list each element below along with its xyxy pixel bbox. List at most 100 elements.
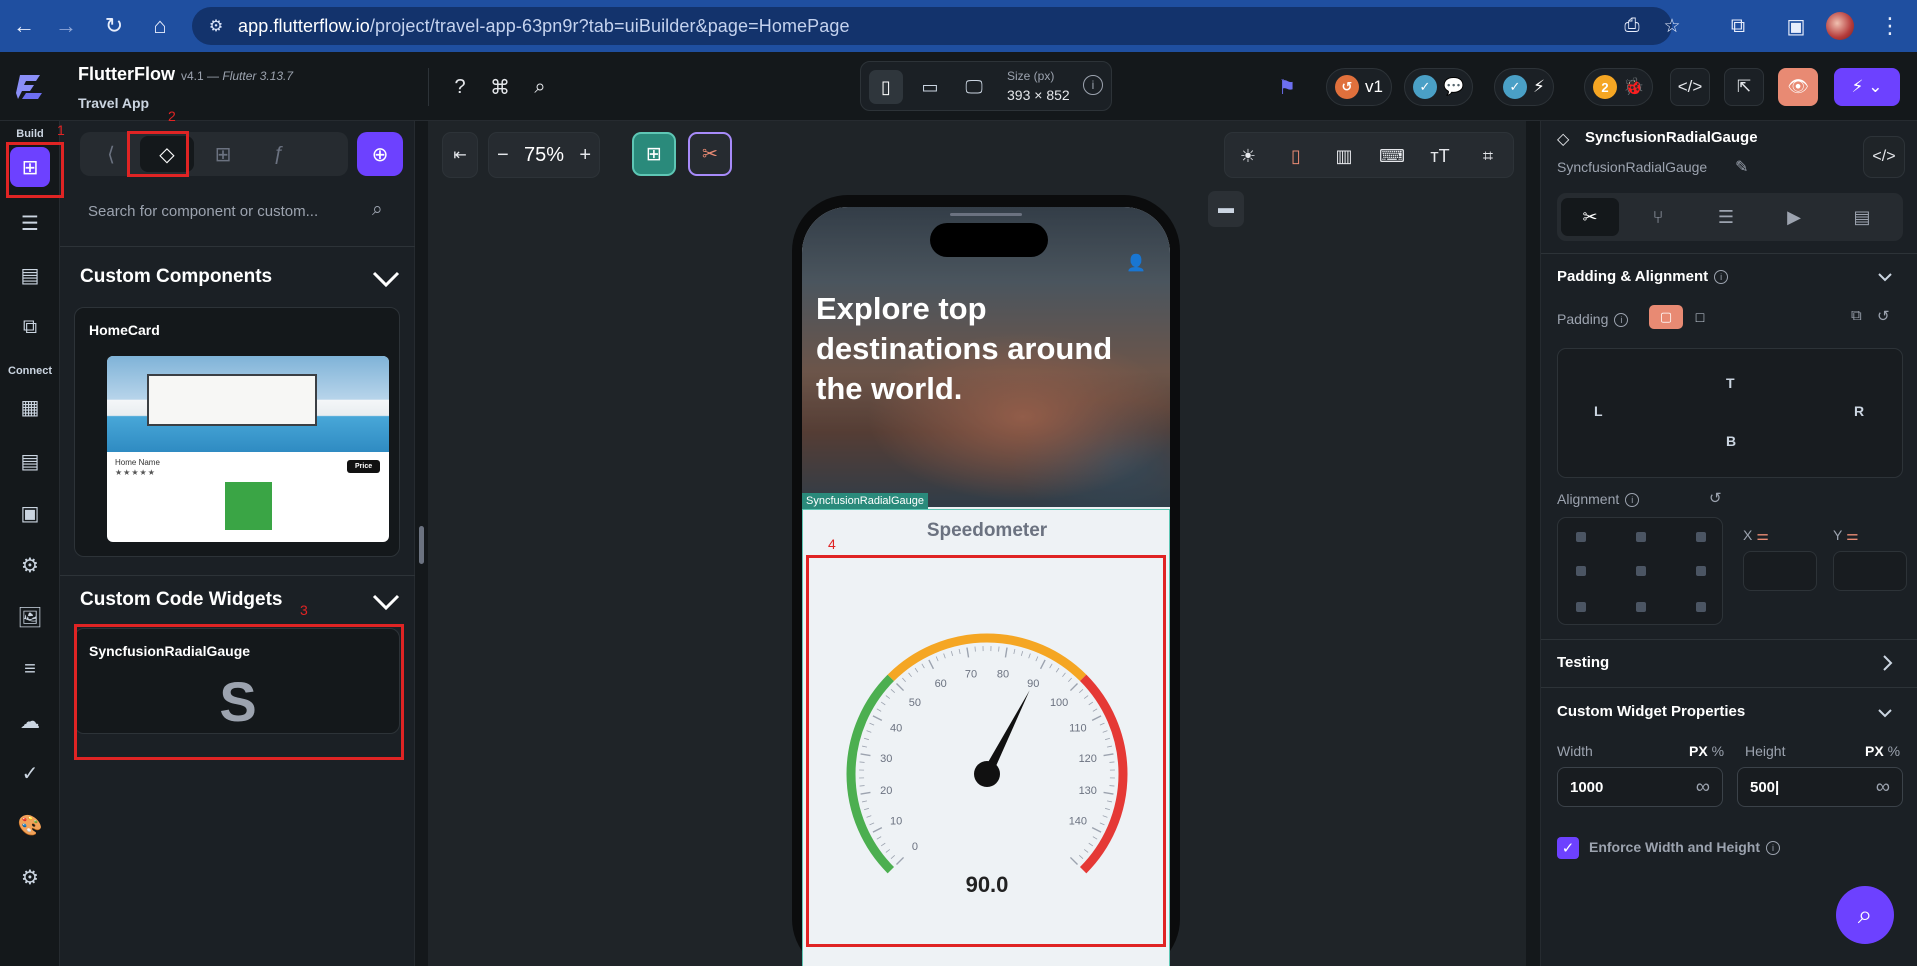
version-pill[interactable]: ↺ v1 xyxy=(1326,68,1392,106)
widget-tree-icon[interactable]: ☰ xyxy=(10,203,50,243)
phone-device-icon[interactable]: ▯ xyxy=(869,70,903,104)
bookmark-star-icon[interactable]: ☆ xyxy=(1660,14,1684,38)
settings-icon[interactable]: ⚙ xyxy=(10,857,50,897)
width-input[interactable]: 1000 ∞ xyxy=(1557,767,1723,807)
back-arrow-icon[interactable]: ← xyxy=(6,8,42,44)
infinity-icon[interactable]: ∞ xyxy=(1696,776,1710,799)
side-panel-icon[interactable]: ▣ xyxy=(1778,8,1814,44)
info-icon[interactable]: i xyxy=(1625,493,1640,508)
tests-icon[interactable]: ✓ xyxy=(10,753,50,793)
light-mode-icon[interactable]: ☀ xyxy=(1233,141,1263,171)
flutterflow-logo[interactable] xyxy=(12,69,48,105)
view-code-button[interactable]: </> xyxy=(1863,136,1905,178)
uniform-padding-icon[interactable]: ▢ xyxy=(1649,305,1683,329)
issues-pill[interactable]: 2 🐞 xyxy=(1584,68,1654,106)
open-external-button[interactable]: ⇱ xyxy=(1724,68,1764,106)
forward-arrow-icon[interactable]: → xyxy=(48,8,84,44)
image-assets-icon[interactable]: 🖼 xyxy=(10,597,50,637)
user-icon[interactable]: 👤 xyxy=(1126,253,1146,273)
height-unit-percent[interactable]: % xyxy=(1888,743,1900,759)
align-center-right[interactable] xyxy=(1696,566,1706,576)
padding-right-label[interactable]: R xyxy=(1854,403,1864,419)
custom-widget-properties-header[interactable]: Custom Widget Properties xyxy=(1557,703,1745,720)
height-input[interactable]: 500| ∞ xyxy=(1737,767,1903,807)
flutter-widgets-tab-icon[interactable]: ⟨ xyxy=(84,136,138,172)
padding-editor[interactable]: T L R B xyxy=(1557,348,1903,478)
backend-query-tab-icon[interactable]: ☰ xyxy=(1697,198,1755,236)
profile-avatar[interactable] xyxy=(1826,12,1854,40)
text-scale-icon[interactable]: ᴛT xyxy=(1425,141,1455,171)
infinity-icon[interactable]: ∞ xyxy=(1876,776,1890,799)
custom-code-icon[interactable]: ≡ xyxy=(10,649,50,689)
support-search-button[interactable]: ⌕ xyxy=(1836,886,1894,944)
height-unit-toggle[interactable]: PX % xyxy=(1865,743,1900,759)
page-selector-icon[interactable]: ▤ xyxy=(10,255,50,295)
extensions-icon[interactable]: ⧉ xyxy=(1720,8,1756,44)
chevron-down-icon[interactable] xyxy=(1877,271,1893,283)
desktop-device-icon[interactable]: 🖵 xyxy=(957,70,991,104)
search-icon[interactable]: ⌕ xyxy=(527,74,553,100)
align-bottom-right[interactable] xyxy=(1696,602,1706,612)
width-unit-toggle[interactable]: PX % xyxy=(1689,743,1724,759)
zoom-in-icon[interactable]: + xyxy=(579,144,591,167)
new-component-button[interactable]: ⊕ xyxy=(357,132,403,176)
actions-tab-icon[interactable]: ⑂ xyxy=(1629,198,1687,236)
zoom-level[interactable]: 75% xyxy=(524,144,564,167)
add-widget-tool-icon[interactable]: ⊞ xyxy=(632,132,676,176)
storyboard-icon[interactable]: ⧉ xyxy=(10,307,50,347)
zoom-out-icon[interactable]: − xyxy=(497,144,509,167)
reload-icon[interactable]: ↻ xyxy=(96,8,132,44)
theme-icon[interactable]: 🎨 xyxy=(10,805,50,845)
install-app-icon[interactable]: ⎙ xyxy=(1620,14,1644,38)
collab-pill[interactable]: ✓ 💬 xyxy=(1404,68,1474,106)
reset-icon[interactable]: ↺ xyxy=(1709,489,1722,507)
add-component-tab-icon[interactable]: ⊞ xyxy=(196,136,250,172)
padding-alignment-header[interactable]: Padding & Alignment i xyxy=(1557,268,1729,285)
size-value[interactable]: 393 × 852 xyxy=(1007,87,1070,103)
height-unit-px[interactable]: PX xyxy=(1865,743,1884,759)
info-icon[interactable]: i xyxy=(1083,75,1103,95)
phone-frame-icon[interactable]: ▯ xyxy=(1281,141,1311,171)
responsive-tool-icon[interactable]: ✂ xyxy=(688,132,732,176)
align-center[interactable] xyxy=(1636,566,1646,576)
info-icon[interactable]: i xyxy=(1765,841,1780,856)
animations-tab-icon[interactable]: ▶ xyxy=(1765,198,1823,236)
command-icon[interactable]: ⌘ xyxy=(487,74,513,100)
cloud-functions-icon[interactable]: ☁ xyxy=(10,701,50,741)
width-unit-px[interactable]: PX xyxy=(1689,743,1708,759)
enforce-checkbox[interactable]: ✓ xyxy=(1557,837,1579,859)
library-tab-icon[interactable]: ƒ xyxy=(252,136,306,172)
syncfusion-code-widget[interactable]: SyncfusionRadialGauge S xyxy=(74,628,400,734)
homecard-component[interactable]: HomeCard Home Name ★★★★★ Price xyxy=(74,307,400,557)
y-input[interactable] xyxy=(1833,551,1907,591)
widget-palette-icon[interactable]: ⊞ xyxy=(10,147,50,187)
widget-toggle-icon[interactable]: ▬ xyxy=(1208,191,1244,227)
panel-resize-handle[interactable] xyxy=(419,526,424,564)
align-center-left[interactable] xyxy=(1576,566,1586,576)
padding-bottom-label[interactable]: B xyxy=(1726,433,1736,449)
run-button[interactable]: ⚡ ⌄ xyxy=(1834,68,1900,106)
address-bar[interactable]: ⚙ app.flutterflow.io/project/travel-app-… xyxy=(192,7,1681,45)
home-icon[interactable]: ⌂ xyxy=(142,8,178,44)
copy-icon[interactable]: ⧉ xyxy=(1851,307,1862,324)
code-view-button[interactable]: </> xyxy=(1670,68,1710,106)
x-input[interactable] xyxy=(1743,551,1817,591)
chevron-down-icon[interactable] xyxy=(372,269,400,289)
integrations-icon[interactable]: ⚙ xyxy=(10,545,50,585)
align-top-right[interactable] xyxy=(1696,532,1706,542)
preview-eye-button[interactable]: 👁 xyxy=(1778,68,1818,106)
syncfusion-gauge-widget[interactable]: Speedometer 0 10 20 30 40 50 60 70 80 90 100 110 120… xyxy=(802,509,1170,966)
media-icon[interactable]: ▣ xyxy=(10,493,50,533)
firestore-icon[interactable]: ▦ xyxy=(10,387,50,427)
chevron-down-icon[interactable] xyxy=(1877,707,1893,719)
search-icon[interactable]: ⌕ xyxy=(372,199,383,221)
validation-pill[interactable]: ✓ ⚡ xyxy=(1494,68,1554,106)
hero-heading[interactable]: Explore top destinations around the worl… xyxy=(816,289,1156,409)
collapse-panel-icon[interactable]: ⇤ xyxy=(442,132,478,178)
documentation-tab-icon[interactable]: ▤ xyxy=(1833,198,1891,236)
align-top-center[interactable] xyxy=(1636,532,1646,542)
keyboard-icon[interactable]: ⌨ xyxy=(1377,141,1407,171)
info-icon[interactable]: i xyxy=(1614,313,1629,328)
safe-area-icon[interactable]: ▥ xyxy=(1329,141,1359,171)
width-unit-percent[interactable]: % xyxy=(1712,743,1724,759)
